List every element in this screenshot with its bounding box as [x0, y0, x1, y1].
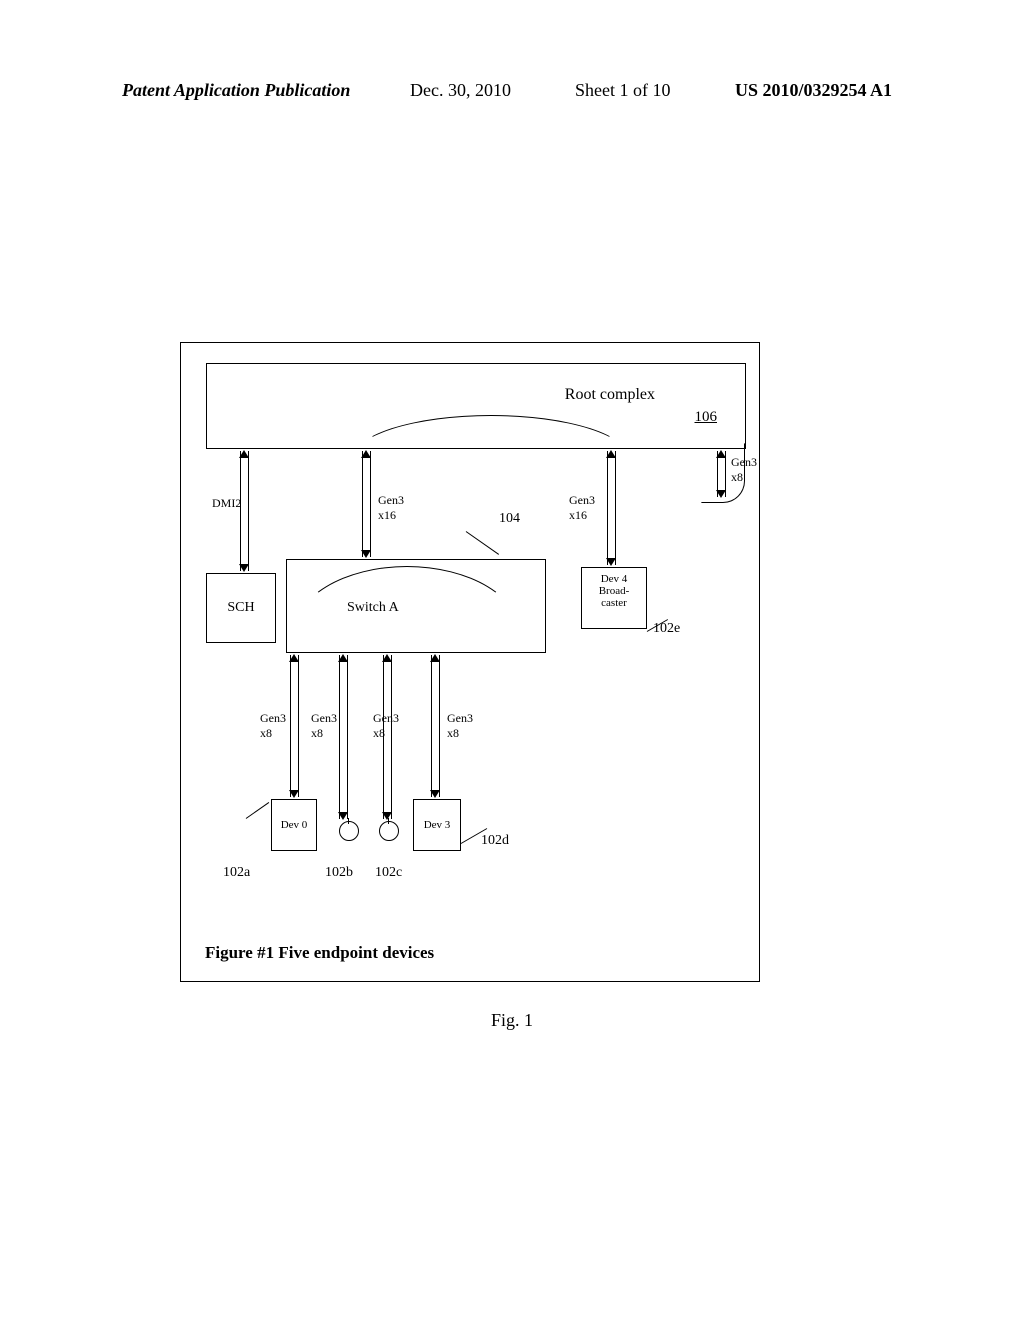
diagram-frame: Root complex 106 DMI2 Gen3x16 Gen3x16 Ge… — [180, 342, 760, 982]
dev3-box: Dev 3 — [413, 799, 461, 851]
dev0-label: Dev 0 — [281, 819, 308, 831]
switch-a-box: Switch A — [286, 559, 546, 653]
switch-curve — [292, 566, 522, 706]
bus-sw-dev0-label: Gen3x8 — [260, 711, 286, 741]
bus-gen3x8-top-label: Gen3x8 — [731, 455, 757, 485]
root-complex-ref: 106 — [695, 409, 718, 426]
bus-sw-ep2-label: Gen3x8 — [373, 711, 399, 741]
header-sheet: Sheet 1 of 10 — [575, 80, 670, 101]
sch-label: SCH — [227, 600, 254, 615]
dev3-ref: 102d — [481, 833, 509, 849]
endpoint-b-ref: 102b — [325, 865, 353, 881]
header-pubnum: US 2010/0329254 A1 — [735, 80, 892, 101]
endpoint-c-ref: 102c — [375, 865, 402, 881]
dev4-box: Dev 4Broad-caster — [581, 567, 647, 629]
top-curve — [351, 415, 631, 505]
bus-sw-ep1-label: Gen3x8 — [311, 711, 337, 741]
bus-dmi2-label: DMI2 — [212, 496, 241, 511]
switchA-leader — [466, 531, 499, 555]
root-complex-label: Root complex — [565, 386, 655, 404]
endpoint-circle-c — [379, 821, 399, 841]
switchA-ref: 104 — [499, 511, 520, 527]
dev4-label: Dev 4Broad-caster — [582, 573, 646, 609]
bus-gen3x16-a-label: Gen3x16 — [378, 493, 404, 523]
switch-a-label: Switch A — [347, 600, 399, 616]
header-left: Patent Application Publication — [122, 80, 350, 101]
dev0-ref: 102a — [223, 865, 250, 881]
sch-box: SCH — [206, 573, 276, 643]
dev0-box: Dev 0 — [271, 799, 317, 851]
endpoint-circle-b — [339, 821, 359, 841]
dev0-leader — [246, 802, 270, 819]
inner-figure-caption: Figure #1 Five endpoint devices — [205, 943, 434, 963]
bus-gen3x16-b-label: Gen3x16 — [569, 493, 595, 523]
figure-caption: Fig. 1 — [0, 1010, 1024, 1031]
dev4-ref: 102e — [653, 621, 680, 637]
header-date: Dec. 30, 2010 — [410, 80, 511, 101]
bus-sw-dev3-label: Gen3x8 — [447, 711, 473, 741]
dev3-label: Dev 3 — [424, 819, 451, 831]
